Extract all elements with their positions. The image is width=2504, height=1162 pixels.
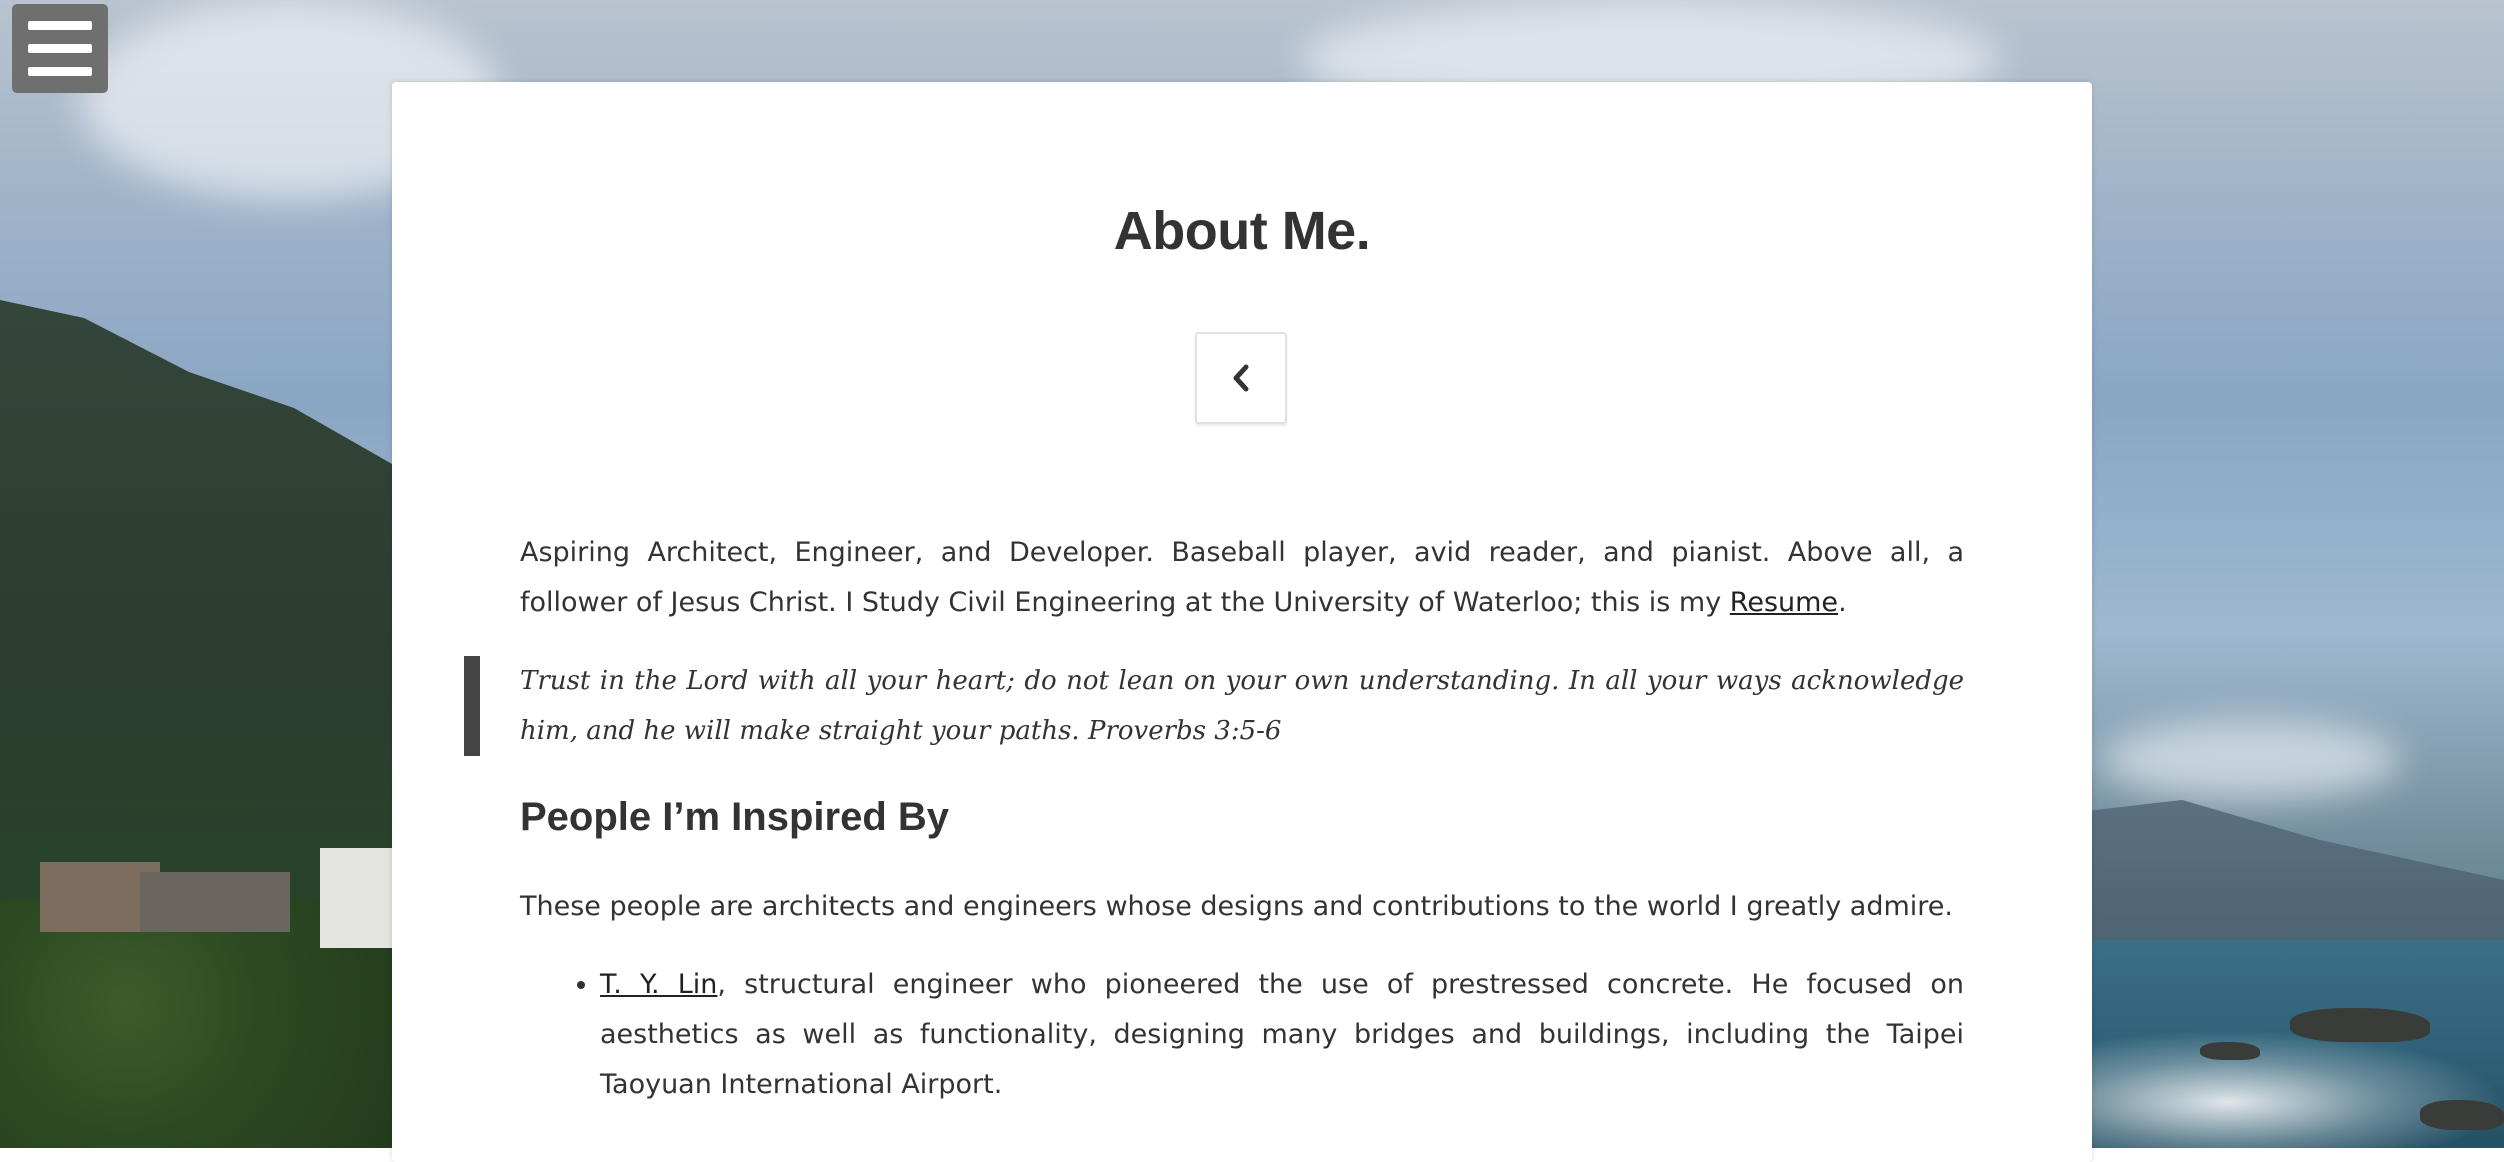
quote-bar (464, 656, 480, 756)
back-button[interactable] (1195, 332, 1287, 424)
quote-text: Trust in the Lord with all your heart; d… (520, 666, 1964, 746)
content: Aspiring Architect, Engineer, and Develo… (464, 528, 1964, 1110)
intro-paragraph: Aspiring Architect, Engineer, and Develo… (520, 528, 1964, 628)
menu-button[interactable] (12, 4, 108, 93)
person-link[interactable]: T. Y. Lin (600, 969, 717, 1000)
person-description: , structural engineer who pioneered the … (600, 969, 1965, 1100)
inspired-heading: People I’m Inspired By (520, 795, 950, 839)
chevron-left-icon (1233, 364, 1249, 392)
inspired-description: These people are architects and engineer… (520, 891, 1953, 922)
scripture-quote: Trust in the Lord with all your heart; d… (464, 656, 1964, 756)
resume-link[interactable]: Resume (1730, 587, 1838, 618)
page-title: About Me. (1113, 201, 1371, 261)
about-card: About Me. Aspiring Architect, Engineer, … (392, 82, 2092, 1162)
list-item: T. Y. Lin, structural engineer who pione… (600, 960, 1964, 1110)
people-list: T. Y. Lin, structural engineer who pione… (520, 960, 1964, 1110)
intro-suffix: . (1838, 587, 1847, 618)
